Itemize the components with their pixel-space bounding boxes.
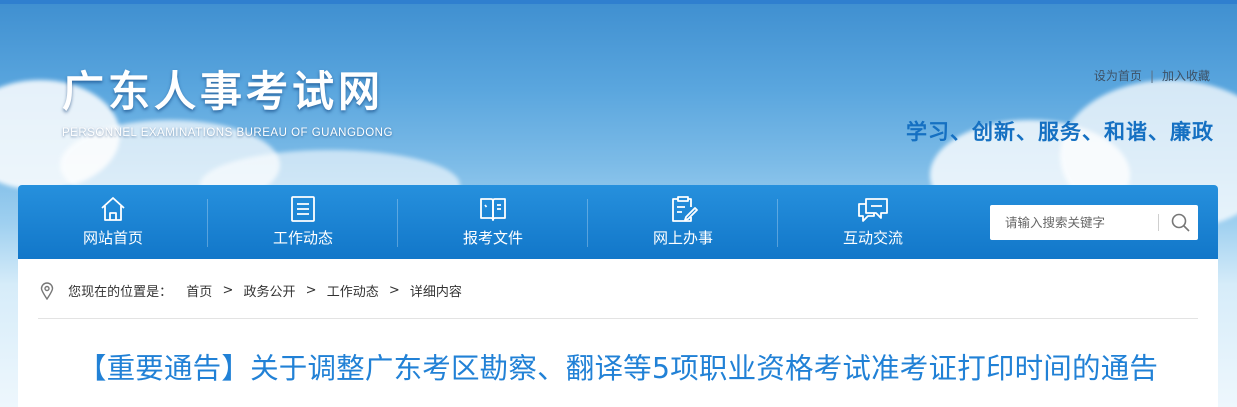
site-subtitle: PERSONNEL EXAMINATIONS BUREAU OF GUANGDO… (62, 127, 393, 139)
top-links: 设为首页 | 加入收藏 (1094, 67, 1210, 84)
nav-item-home[interactable]: 网站首页 (18, 185, 208, 259)
nav-item-label: 互动交流 (842, 229, 903, 247)
breadcrumb-separator: > (305, 283, 317, 298)
top-accent-bar (0, 0, 1237, 4)
add-favorite-link[interactable]: 加入收藏 (1162, 69, 1210, 83)
search-icon[interactable] (1164, 205, 1198, 240)
nav-item-interaction[interactable]: 互动交流 (778, 185, 968, 259)
clipboard-edit-icon (672, 196, 698, 222)
nav-item-online-service[interactable]: 网上办事 (588, 185, 778, 259)
search-box (990, 205, 1198, 240)
search-divider (1158, 214, 1159, 231)
breadcrumb-prefix: 您现在的位置是： (68, 285, 173, 300)
search-input[interactable] (990, 205, 1150, 240)
breadcrumb-public-affairs-link[interactable]: 政务公开 (244, 285, 296, 300)
nav-item-label: 网上办事 (652, 229, 713, 247)
open-book-icon (480, 198, 506, 221)
nav-item-exam-docs[interactable]: 报考文件 (398, 185, 588, 259)
main-nav: 网站首页 工作动态 报考文件 网上办事 互动交流 (18, 185, 1218, 259)
home-icon (101, 197, 125, 221)
breadcrumb-work-news-link[interactable]: 工作动态 (327, 285, 379, 300)
nav-item-label: 工作动态 (272, 229, 333, 247)
breadcrumb-home-link[interactable]: 首页 (186, 285, 212, 300)
article-title: 【重要通告】关于调整广东考区勘察、翻译等5项职业资格考试准考证打印时间的通告 (77, 352, 1159, 385)
nav-item-label: 报考文件 (462, 229, 523, 247)
breadcrumb-separator: > (222, 283, 234, 298)
set-home-link[interactable]: 设为首页 (1094, 69, 1142, 83)
breadcrumb-current: 详细内容 (409, 285, 462, 300)
chat-bubbles-icon (858, 198, 888, 222)
breadcrumb-divider (38, 318, 1198, 319)
nav-item-label: 网站首页 (82, 229, 143, 247)
site-slogan: 学习、创新、服务、和谐、廉政 (906, 120, 1214, 144)
nav-item-work-news[interactable]: 工作动态 (208, 185, 398, 259)
site-title: 广东人事考试网 (62, 67, 385, 116)
link-separator: | (1149, 69, 1154, 83)
breadcrumb-separator: > (388, 283, 400, 298)
document-list-icon (291, 196, 315, 222)
main-content: 您现在的位置是： 首页 > 政务公开 > 工作动态 > 详细内容 【重要通告】关… (18, 259, 1218, 407)
site-logo[interactable]: 广东人事考试网 PERSONNEL EXAMINATIONS BUREAU OF… (62, 58, 393, 139)
breadcrumb: 您现在的位置是： 首页 > 政务公开 > 工作动态 > 详细内容 (40, 281, 462, 300)
location-pin-icon (40, 281, 54, 300)
